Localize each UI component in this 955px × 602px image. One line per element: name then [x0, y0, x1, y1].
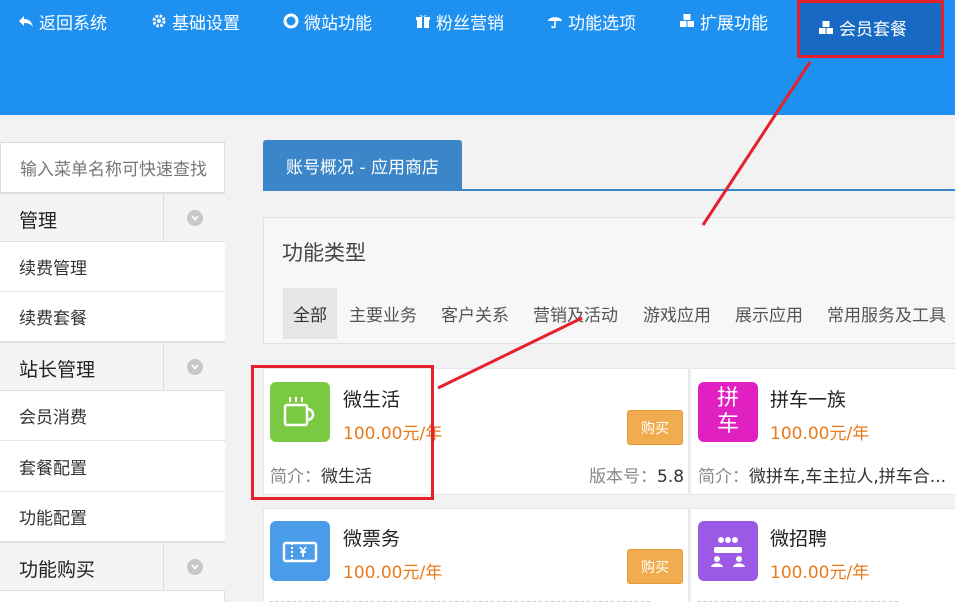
app-price: 100.00元/年 — [343, 563, 443, 583]
collapse-toggle[interactable] — [163, 543, 225, 590]
category-games[interactable]: 游戏应用 — [643, 288, 711, 339]
sidebar-group-management[interactable]: 管理 — [0, 193, 225, 242]
cubes-icon — [819, 20, 833, 34]
collapse-toggle[interactable] — [163, 343, 225, 390]
category-services-tools[interactable]: 常用服务及工具 — [827, 288, 946, 339]
collapse-toggle[interactable] — [163, 194, 225, 241]
gear-icon — [152, 14, 166, 28]
app-card-ticketing: 微票务 100.00元/年 购买 — [263, 508, 689, 602]
sidebar-item-member-consumption[interactable]: 会员消费 — [0, 391, 225, 441]
app-desc: 简介：微生活 — [270, 467, 372, 487]
buy-button[interactable]: 购买 — [627, 410, 683, 445]
app-price: 100.00元/年 — [770, 424, 870, 444]
category-marketing[interactable]: 营销及活动 — [533, 288, 618, 339]
chevron-down-icon — [186, 209, 203, 226]
function-type-filter: 功能类型 全部 主要业务 客户关系 营销及活动 游戏应用 展示应用 常用服务及工… — [263, 217, 955, 344]
nav-member-packages[interactable]: 会员套餐 — [799, 0, 941, 55]
sidebar-group-feature-purchase[interactable]: 功能购买 — [0, 542, 225, 591]
sidebar-item-package-config[interactable]: 套餐配置 — [0, 442, 225, 492]
app-name: 微生活 — [343, 389, 401, 411]
app-desc: 简介：微拼车,车主拉人,拼车合... — [698, 467, 947, 487]
chevron-down-icon — [186, 358, 203, 375]
nav-fan-marketing[interactable]: 粉丝营销 — [415, 0, 504, 42]
top-nav-bar: 返回系统 基础设置 微站功能 粉丝营销 功能选项 扩展功能 会员套餐 — [0, 0, 955, 115]
app-card-carpool: 拼车 拼车一族 100.00元/年 简介：微拼车,车主拉人,拼车合... — [690, 368, 955, 495]
app-price: 100.00元/年 — [343, 424, 443, 444]
app-name: 拼车一族 — [770, 389, 847, 411]
category-display[interactable]: 展示应用 — [735, 288, 803, 339]
nav-extended-features[interactable]: 扩展功能 — [679, 0, 768, 42]
gift-icon — [416, 14, 430, 28]
umbrella-icon — [548, 17, 562, 29]
category-all[interactable]: 全部 — [283, 288, 337, 339]
sidebar-item-renewal-management[interactable]: 续费管理 — [0, 242, 225, 292]
app-name: 微招聘 — [770, 528, 828, 550]
nav-back-to-system[interactable]: 返回系统 — [18, 0, 107, 42]
category-main-business[interactable]: 主要业务 — [349, 288, 417, 339]
ticket-icon — [270, 521, 330, 581]
meeting-icon — [698, 521, 758, 581]
carpool-icon: 拼车 — [698, 382, 758, 442]
category-customer-relations[interactable]: 客户关系 — [441, 288, 509, 339]
app-version: 版本号：5.8 — [589, 467, 685, 487]
sidebar-item-renewal-packages[interactable]: 续费套餐 — [0, 292, 225, 342]
chevron-down-icon — [186, 558, 203, 575]
sidebar-item-function-config[interactable]: 功能配置 — [0, 492, 225, 542]
nav-function-options[interactable]: 功能选项 — [547, 0, 636, 42]
app-card-weishenghuo: 微生活 100.00元/年 购买 简介：微生活 版本号：5.8 — [263, 368, 689, 495]
app-card-recruitment: 微招聘 100.00元/年 — [690, 508, 955, 602]
app-name: 微票务 — [343, 528, 401, 550]
cup-icon — [270, 382, 330, 442]
app-price: 100.00元/年 — [770, 563, 870, 583]
filter-title: 功能类型 — [282, 241, 366, 265]
buy-button[interactable]: 购买 — [627, 549, 683, 584]
cubes-icon — [680, 14, 694, 27]
back-arrow-icon — [19, 16, 33, 27]
sidebar-group-webmaster[interactable]: 站长管理 — [0, 342, 225, 391]
menu-search-input[interactable]: 输入菜单名称可快速查找 — [0, 142, 225, 193]
lifebuoy-icon — [283, 13, 299, 29]
sidebar: 输入菜单名称可快速查找 管理 续费管理 续费套餐 站长管理 会员消费 套餐配置 … — [0, 142, 225, 602]
nav-microsite-features[interactable]: 微站功能 — [283, 0, 372, 42]
nav-basic-settings[interactable]: 基础设置 — [151, 0, 240, 42]
tab-account-overview-app-store[interactable]: 账号概况 - 应用商店 — [263, 140, 462, 191]
